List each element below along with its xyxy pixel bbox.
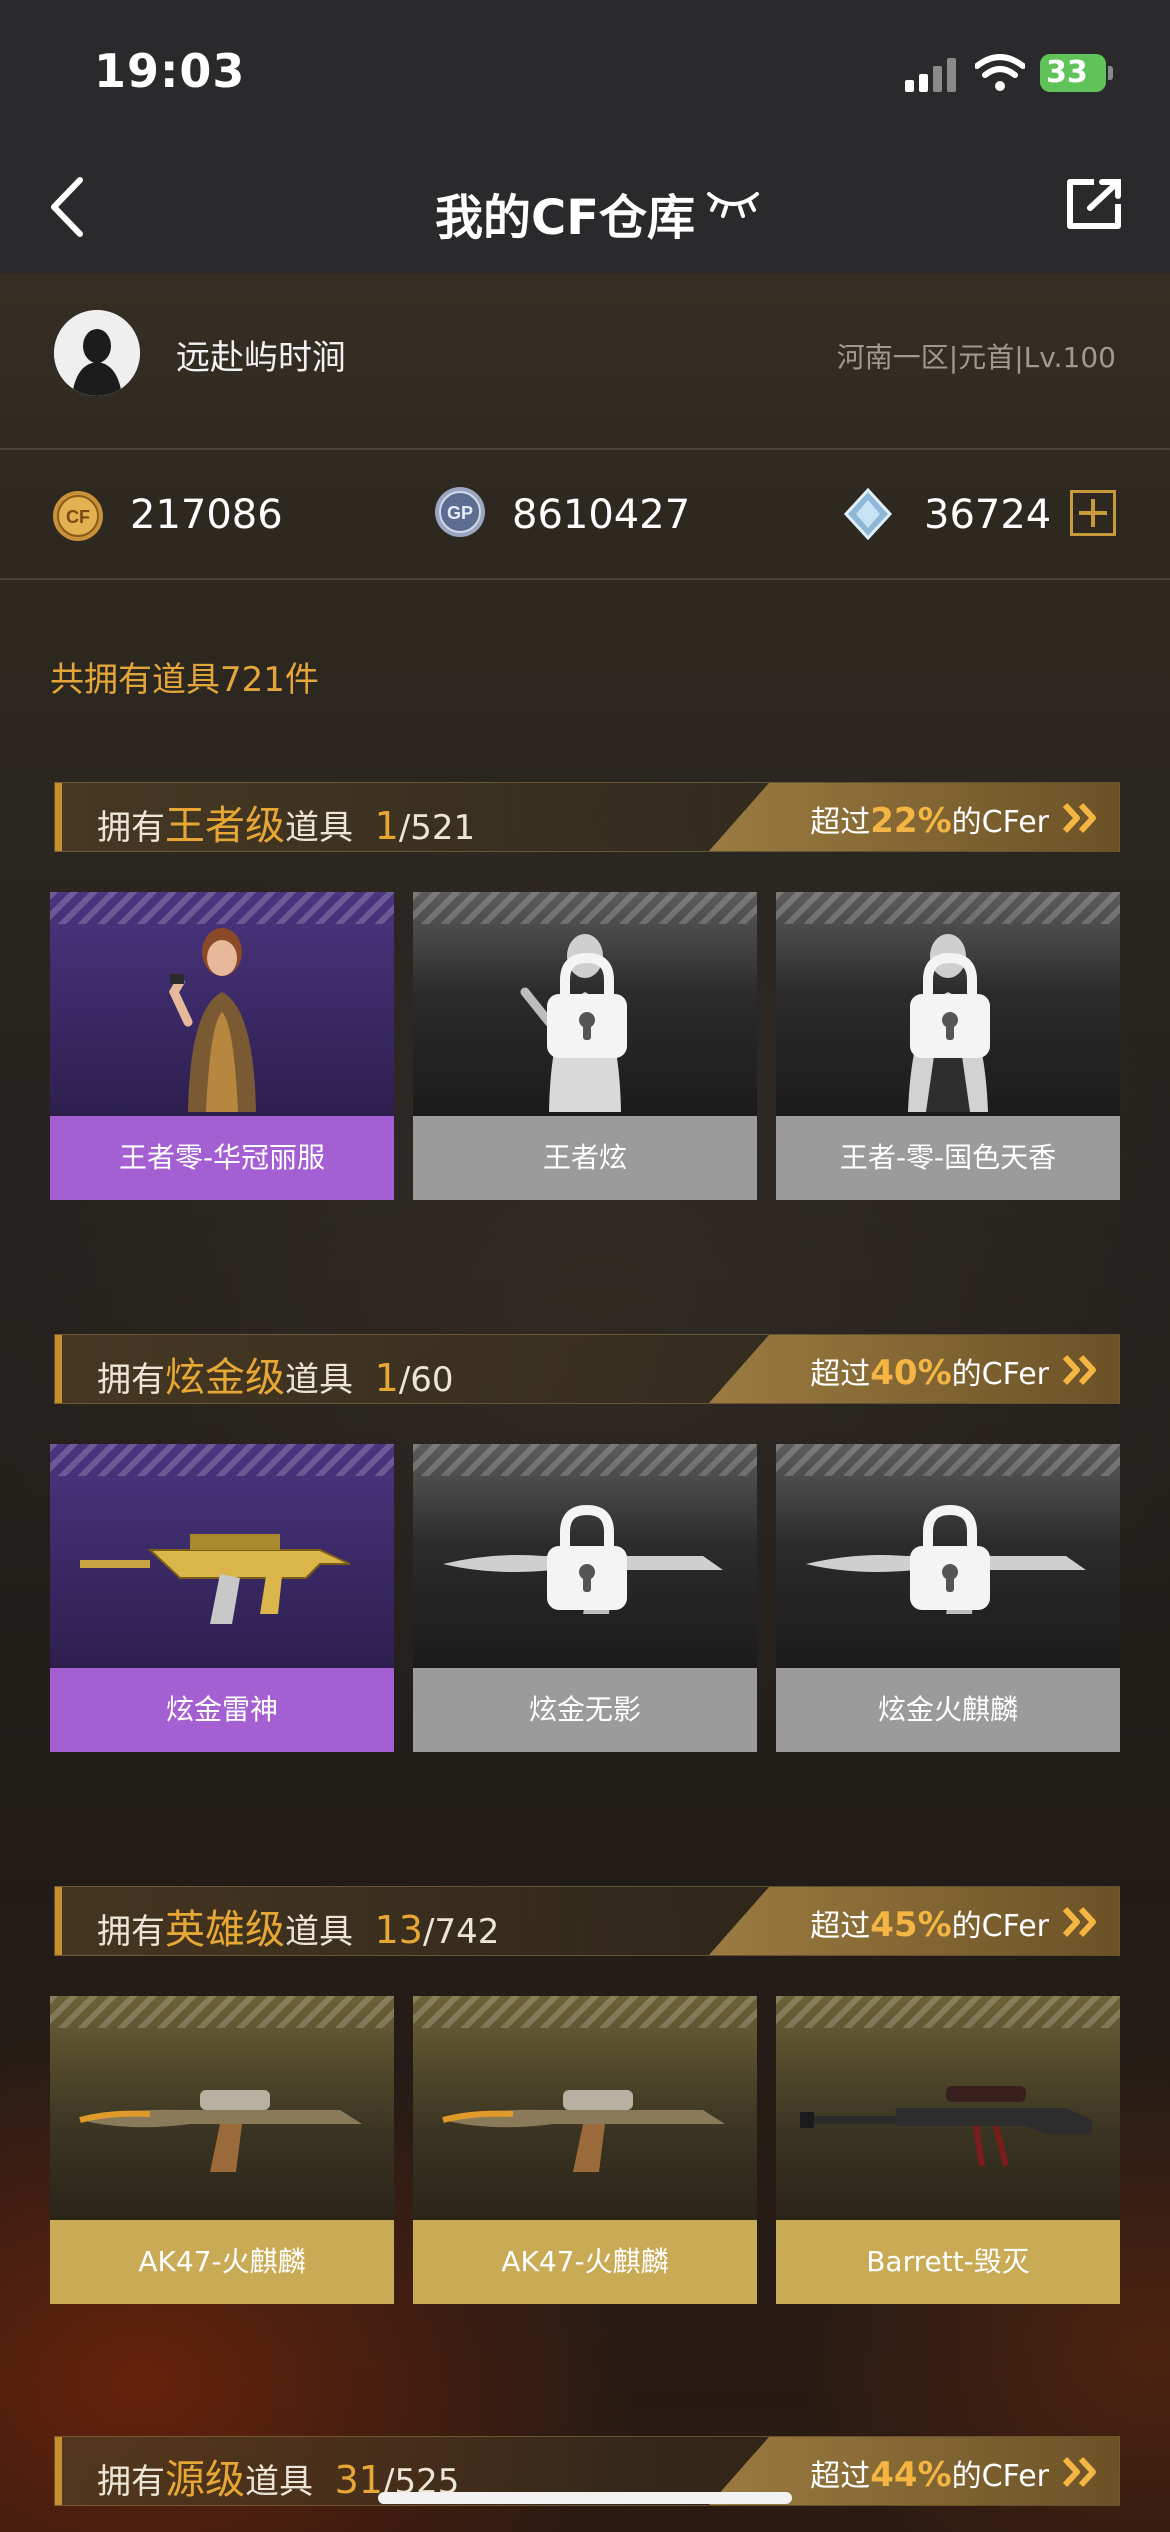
card-stripes: [50, 1996, 394, 2028]
item-card[interactable]: 王者-零-国色天香: [776, 892, 1120, 1200]
svg-text:GP: GP: [447, 503, 473, 523]
battery-icon: 33: [1040, 54, 1106, 92]
item-image: [50, 1996, 394, 2220]
section-header-gold[interactable]: 拥有炫金级道具 1/60 超过40%的CFer: [54, 1334, 1120, 1404]
server-info: 河南一区|元首|Lv.100: [836, 341, 1116, 374]
sniper-rifle-icon: [800, 2086, 1092, 2167]
lock-icon: [547, 1504, 627, 1610]
item-card[interactable]: Barrett-毁灭: [776, 1996, 1120, 2304]
gp-coin-icon: GP: [435, 487, 485, 537]
total-items-count: 共拥有道具721件: [50, 660, 319, 700]
item-image: [413, 1996, 757, 2220]
card-stripes: [776, 1996, 1120, 2028]
section-title: 拥有炫金级道具 1/60: [97, 1355, 454, 1401]
status-time: 19:03: [94, 44, 246, 98]
card-stripes: [776, 892, 1120, 924]
cf-coin-icon: CF: [53, 491, 103, 541]
card-stripes: [413, 1444, 757, 1476]
lock-icon: [547, 952, 627, 1058]
card-stripes: [50, 1444, 394, 1476]
diamond-icon: [843, 488, 893, 540]
character-figure-icon: [168, 928, 256, 1112]
page-title: 我的CF仓库: [434, 190, 696, 246]
section-title: 拥有英雄级道具 13/742: [97, 1907, 500, 1953]
item-image: [776, 1996, 1120, 2220]
item-card[interactable]: AK47-火麒麟: [413, 1996, 757, 2304]
rank-text: 超过45%的CFer: [810, 1905, 1049, 1945]
section-header-king[interactable]: 拥有王者级道具 1/521 超过22%的CFer: [54, 782, 1120, 852]
wifi-icon: [975, 54, 1025, 91]
card-stripes: [413, 892, 757, 924]
item-name: 王者炫: [413, 1116, 757, 1200]
plus-icon: [1079, 499, 1107, 527]
item-card[interactable]: 炫金火麒麟: [776, 1444, 1120, 1752]
double-chevron-right-icon: [1062, 1906, 1096, 1938]
item-name: 炫金火麒麟: [776, 1668, 1120, 1752]
item-card[interactable]: AK47-火麒麟: [50, 1996, 394, 2304]
section-accent-bar: [55, 1887, 62, 1955]
item-name: 王者-零-国色天香: [776, 1116, 1120, 1200]
double-chevron-right-icon: [1062, 1354, 1096, 1386]
share-icon[interactable]: [1064, 178, 1124, 230]
item-name: 炫金雷神: [50, 1668, 394, 1752]
item-image: [50, 1444, 394, 1668]
item-card[interactable]: 王者零-华冠丽服: [50, 892, 394, 1200]
section-title: 拥有王者级道具 1/521: [97, 803, 476, 849]
divider: [0, 448, 1170, 450]
cellular-signal-icon: [905, 56, 957, 92]
username: 远赴屿时涧: [176, 338, 346, 378]
rank-text: 超过44%的CFer: [810, 2455, 1049, 2495]
add-diamond-button[interactable]: [1070, 490, 1116, 536]
card-stripes: [776, 1444, 1120, 1476]
rifle-icon: [442, 2090, 725, 2172]
battery-level: 33: [1046, 55, 1088, 90]
double-chevron-right-icon: [1062, 2456, 1096, 2488]
section-accent-bar: [55, 1335, 62, 1403]
item-card[interactable]: 炫金无影: [413, 1444, 757, 1752]
diamond-value: 36724: [924, 492, 1052, 538]
avatar-silhouette-icon: [54, 310, 140, 396]
avatar[interactable]: [54, 310, 140, 396]
rank-text: 超过40%的CFer: [810, 1353, 1049, 1393]
eye-closed-icon[interactable]: [706, 188, 760, 218]
rifle-icon: [79, 2090, 362, 2172]
section-accent-bar: [55, 2437, 62, 2505]
item-name: AK47-火麒麟: [50, 2220, 394, 2304]
divider: [0, 578, 1170, 580]
item-image: [50, 892, 394, 1116]
double-chevron-right-icon: [1062, 802, 1096, 834]
card-stripes: [413, 1996, 757, 2028]
cf-coin-value: 217086: [130, 492, 283, 538]
rank-text: 超过22%的CFer: [810, 801, 1049, 841]
rifle-icon: [80, 1534, 351, 1624]
item-name: 王者零-华冠丽服: [50, 1116, 394, 1200]
svg-text:CF: CF: [66, 507, 90, 527]
gp-coin-value: 8610427: [512, 492, 691, 538]
item-name: Barrett-毁灭: [776, 2220, 1120, 2304]
battery-cap: [1108, 66, 1113, 80]
section-accent-bar: [55, 783, 62, 851]
section-header-hero[interactable]: 拥有英雄级道具 13/742 超过45%的CFer: [54, 1886, 1120, 1956]
item-name: 炫金无影: [413, 1668, 757, 1752]
item-name: AK47-火麒麟: [413, 2220, 757, 2304]
item-card[interactable]: 炫金雷神: [50, 1444, 394, 1752]
lock-icon: [910, 952, 990, 1058]
item-card[interactable]: 王者炫: [413, 892, 757, 1200]
lock-icon: [910, 1504, 990, 1610]
card-stripes: [50, 892, 394, 924]
home-indicator[interactable]: [378, 2492, 792, 2504]
